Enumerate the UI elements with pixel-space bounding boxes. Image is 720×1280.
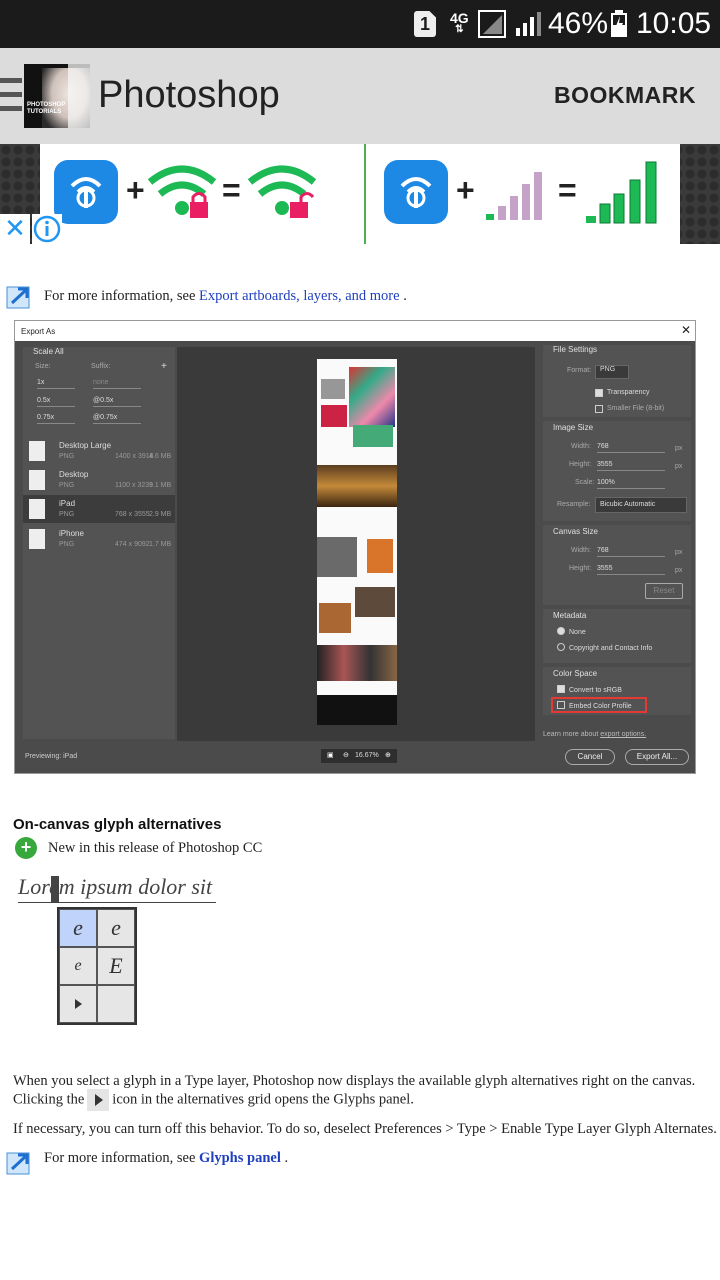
glyph-more-arrow-icon: [59, 985, 97, 1023]
wifi-unlocked-icon: [247, 165, 317, 218]
text-cursor: [51, 876, 59, 902]
plus-sign: +: [126, 172, 145, 208]
right-panel: File Settings Format: PNG Transparency S…: [543, 341, 693, 738]
ad-info-icon[interactable]: [32, 214, 62, 244]
canvas-size: Canvas Size Width: 768 px Height: 3555 p…: [543, 525, 691, 605]
ad-divider: [364, 144, 366, 244]
signal-icon-1: [478, 10, 506, 38]
ad-content[interactable]: + = + =: [40, 144, 680, 244]
glyph-cell: e: [59, 947, 97, 985]
learn-more: Learn more about export options.: [543, 731, 647, 738]
ad-close-icon[interactable]: ✕: [0, 214, 30, 244]
dialog-footer: Previewing: iPad ▣ ⊖ 16.67% ⊕ Cancel Exp…: [15, 745, 695, 773]
signal-icon-2: [516, 12, 541, 36]
weak-signal-icon: [486, 172, 542, 220]
export-info-line: For more information, see Export artboar…: [44, 288, 407, 304]
sim-indicator: 1: [414, 11, 436, 37]
battery-percent: 46%: [548, 7, 609, 40]
external-link-icon: [6, 286, 30, 309]
glyphs-panel-link[interactable]: Glyphs panel: [199, 1150, 281, 1166]
file-settings: File Settings Format: PNG Transparency S…: [543, 345, 691, 417]
left-panel: Scale All Size: Suffix: + 1x none 0.5x @…: [23, 347, 175, 739]
status-bar: 1 4G ⇅ 46% 10:05: [0, 0, 720, 48]
strong-signal-icon: [586, 161, 657, 224]
expand-arrow-icon: [87, 1089, 110, 1111]
color-space: Color Space Convert to sRGB Embed Color …: [543, 667, 691, 715]
bookmark-button[interactable]: BOOKMARK: [554, 82, 696, 109]
glyph-cell-empty: [97, 985, 135, 1023]
section-title: On-canvas glyph alternatives: [13, 816, 222, 833]
clock: 10:05: [636, 7, 712, 40]
equals-sign-2: =: [558, 172, 577, 208]
app-title: Photoshop: [98, 74, 280, 116]
preset-ipad: iPad PNG 768 x 3555 2.9 MB: [23, 495, 175, 523]
glyph-info-line: For more information, see Glyphs panel .: [44, 1150, 289, 1166]
paragraph-1-line-2: Clicking the icon in the alternatives gri…: [13, 1089, 414, 1111]
external-link-icon-2: [6, 1152, 30, 1175]
wifi-key-app-icon: [54, 160, 118, 224]
preset-desktop-large: Desktop Large PNG 1400 x 3918 4.6 MB: [23, 437, 175, 465]
glyph-sample-text: Lorem ipsum dolor sit: [18, 874, 216, 903]
plus-sign-2: +: [456, 172, 475, 208]
paragraph-2: If necessary, you can turn off this beha…: [13, 1121, 717, 1137]
preset-desktop: Desktop PNG 1100 x 3239 3.1 MB: [23, 466, 175, 494]
add-scale-icon: +: [161, 361, 167, 372]
battery-icon: [611, 10, 627, 37]
network-type: 4G ⇅: [450, 10, 469, 35]
menu-icon[interactable]: [0, 78, 22, 114]
new-feature-text: New in this release of Photoshop CC: [48, 840, 263, 856]
dialog-titlebar: Export As ✕: [15, 321, 695, 341]
ad-banner[interactable]: + = + =: [0, 144, 720, 244]
glyph-cell: e: [97, 909, 135, 947]
dialog-close-icon: ✕: [680, 323, 691, 337]
app-bar: PHOTOSHOP TUTORIALS Photoshop BOOKMARK: [0, 48, 720, 144]
export-artboards-link[interactable]: Export artboards, layers, and more: [199, 288, 400, 304]
wifi-locked-icon: [147, 165, 217, 218]
glyph-alternatives-grid: e e e E: [57, 907, 137, 1025]
new-feature-icon: +: [15, 837, 37, 859]
data-arrows-icon: ⇅: [455, 24, 464, 35]
preview-canvas: [177, 347, 535, 741]
image-size: Image Size Width: 768 px Height: 3555 px…: [543, 421, 691, 521]
equals-sign: =: [222, 172, 241, 208]
webpage-preview: [317, 359, 397, 725]
paragraph-1-line-1: When you select a glyph in a Type layer,…: [13, 1073, 696, 1089]
metadata: Metadata None Copyright and Contact Info: [543, 609, 691, 663]
export-as-dialog-image: Export As ✕ Scale All Size: Suffix: + 1x…: [14, 320, 696, 774]
preset-iphone: iPhone PNG 474 x 9092 1.7 MB: [23, 525, 175, 553]
glyph-cell: E: [97, 947, 135, 985]
glyph-cell: e: [59, 909, 97, 947]
app-logo: PHOTOSHOP TUTORIALS: [24, 64, 90, 128]
zoom-control: ▣ ⊖ 16.67% ⊕: [321, 749, 397, 763]
wifi-key-app-icon-2: [384, 160, 448, 224]
